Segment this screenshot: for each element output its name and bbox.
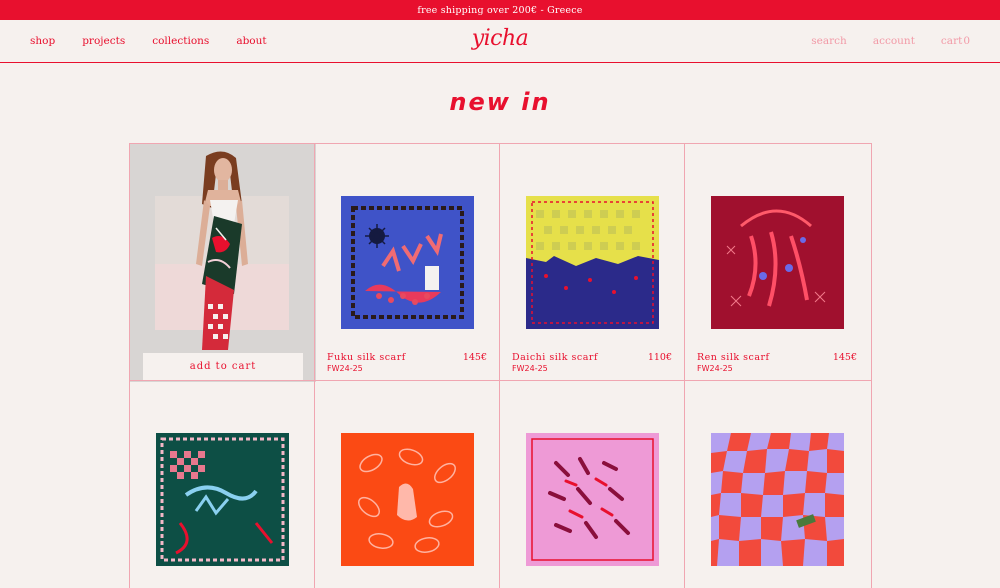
shipping-banner-text: free shipping over 200€ - Greece [417, 4, 583, 16]
nav-search[interactable]: search [811, 35, 847, 47]
featured-product-card[interactable]: add to cart [129, 143, 316, 382]
nav-about[interactable]: about [236, 35, 266, 47]
product-card-fuku[interactable]: Fuku silk scarf 145€ FW24-25 [314, 143, 500, 381]
utility-menu: search account cart0 [811, 35, 970, 47]
product-card-checker[interactable] [684, 380, 872, 588]
product-price: 145€ [832, 352, 857, 363]
product-card-orange[interactable] [314, 380, 500, 588]
daichi-scarf-image[interactable] [526, 196, 659, 329]
nav-account[interactable]: account [873, 35, 915, 47]
product-card-ren[interactable]: Ren silk scarf 145€ FW24-25 [684, 143, 872, 381]
shipping-banner: free shipping over 200€ - Greece [0, 0, 1000, 20]
product-price: 145€ [462, 352, 487, 363]
product-name[interactable]: Ren silk scarf [697, 352, 770, 363]
nav-collections[interactable]: collections [152, 35, 209, 47]
main-menu: shop projects collections about [30, 35, 267, 47]
model-photo[interactable] [130, 144, 316, 382]
product-card-pink[interactable] [499, 380, 685, 588]
orange-scarf-image[interactable] [341, 433, 474, 566]
product-card-green[interactable] [129, 380, 315, 588]
checker-scarf-image[interactable] [711, 433, 844, 566]
green-scarf-image[interactable] [156, 433, 289, 566]
add-to-cart-button[interactable]: add to cart [143, 353, 303, 380]
cart-count-badge: 0 [963, 35, 970, 47]
nav-cart[interactable]: cart0 [941, 35, 970, 47]
product-price: 110€ [647, 352, 672, 363]
product-grid: add to cart Fuku silk scarf 145€ FW24-25 [129, 143, 872, 588]
brand-logo[interactable]: yicha [470, 26, 530, 51]
product-season: FW24-25 [512, 364, 548, 373]
product-card-daichi[interactable]: Daichi silk scarf 110€ FW24-25 [499, 143, 685, 381]
section-title: new in [449, 88, 551, 116]
pink-scarf-image[interactable] [526, 433, 659, 566]
ren-scarf-image[interactable] [711, 196, 844, 329]
product-name[interactable]: Fuku silk scarf [327, 352, 406, 363]
product-season: FW24-25 [697, 364, 733, 373]
nav-projects[interactable]: projects [82, 35, 125, 47]
nav-shop[interactable]: shop [30, 35, 55, 47]
nav-cart-label: cart [940, 35, 963, 47]
fuku-scarf-image[interactable] [341, 196, 474, 329]
product-season: FW24-25 [327, 364, 363, 373]
product-name[interactable]: Daichi silk scarf [512, 352, 598, 363]
header-nav: shop projects collections about yicha se… [0, 20, 1000, 63]
